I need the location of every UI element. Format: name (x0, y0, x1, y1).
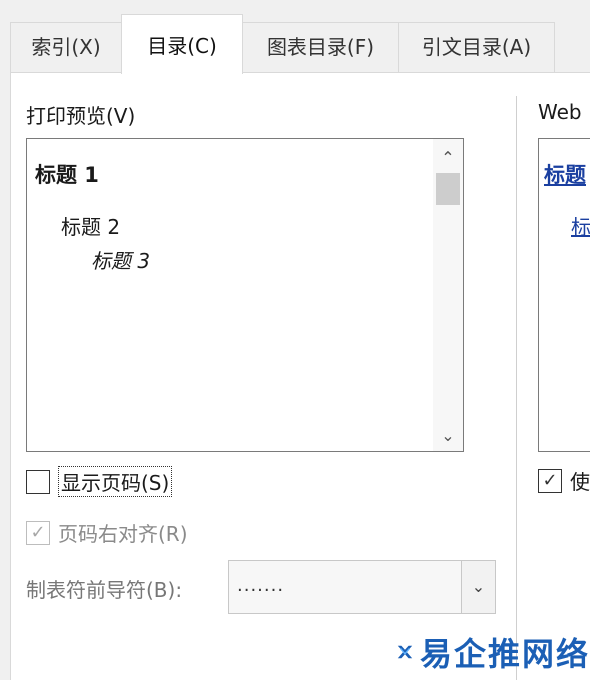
show-page-numbers-checkbox[interactable] (26, 469, 50, 494)
checkmark-icon: ✓ (30, 521, 46, 543)
watermark-logo-icon (397, 645, 413, 659)
tab-table-of-contents[interactable]: 目录(C) (121, 14, 243, 74)
tab-table-of-figures[interactable]: 图表目录(F) (242, 22, 399, 72)
right-align-checkbox[interactable]: ✓ (26, 520, 50, 545)
chevron-down-icon[interactable]: ⌄ (461, 561, 495, 613)
tab-strip: 索引(X) 图表目录(F) 引文目录(A) 目录(C) (0, 0, 590, 74)
web-preview-label: Web (538, 100, 582, 124)
tab-table-of-authorities[interactable]: 引文目录(A) (398, 22, 555, 72)
show-page-numbers-label: 显示页码(S) (58, 466, 173, 497)
watermark-text: 易企推网络 (419, 635, 590, 673)
preview-scrollbar[interactable]: ⌃ ⌄ (433, 139, 463, 451)
preview-heading-3: 标题 3 (91, 249, 151, 273)
right-align-option[interactable]: ✓ 页码右对齐(R) (26, 518, 188, 547)
panel-divider (516, 96, 517, 680)
preview-heading-2: 标题 2 (61, 215, 121, 239)
web-heading-2[interactable]: 标 (571, 211, 590, 240)
show-page-numbers-option[interactable]: 显示页码(S) (26, 466, 173, 497)
web-option[interactable]: ✓ 使 (538, 466, 590, 495)
preview-heading-1: 标题 1 (35, 163, 99, 187)
checkmark-icon: ✓ (542, 469, 558, 491)
print-preview-box[interactable]: 标题 1 标题 2 标题 3 ⌃ ⌄ (26, 138, 464, 452)
web-preview-box[interactable]: 标题 标 (538, 138, 590, 452)
web-option-checkbox[interactable]: ✓ (538, 468, 562, 493)
chevron-down-icon[interactable]: ⌄ (433, 421, 463, 451)
tab-leader-label: 制表符前导符(B): (26, 578, 183, 602)
scrollbar-thumb[interactable] (436, 173, 460, 205)
web-option-label: 使 (570, 470, 590, 494)
watermark: 易企推网络 (396, 630, 590, 674)
tab-leader-select[interactable]: ....... ⌄ (228, 560, 496, 614)
web-heading-1[interactable]: 标题 (544, 159, 586, 189)
tab-index[interactable]: 索引(X) (10, 22, 122, 72)
chevron-up-icon[interactable]: ⌃ (433, 143, 463, 173)
print-preview-label: 打印预览(V) (26, 104, 136, 128)
right-align-label: 页码右对齐(R) (58, 522, 188, 546)
tab-leader-value: ....... (237, 575, 285, 596)
